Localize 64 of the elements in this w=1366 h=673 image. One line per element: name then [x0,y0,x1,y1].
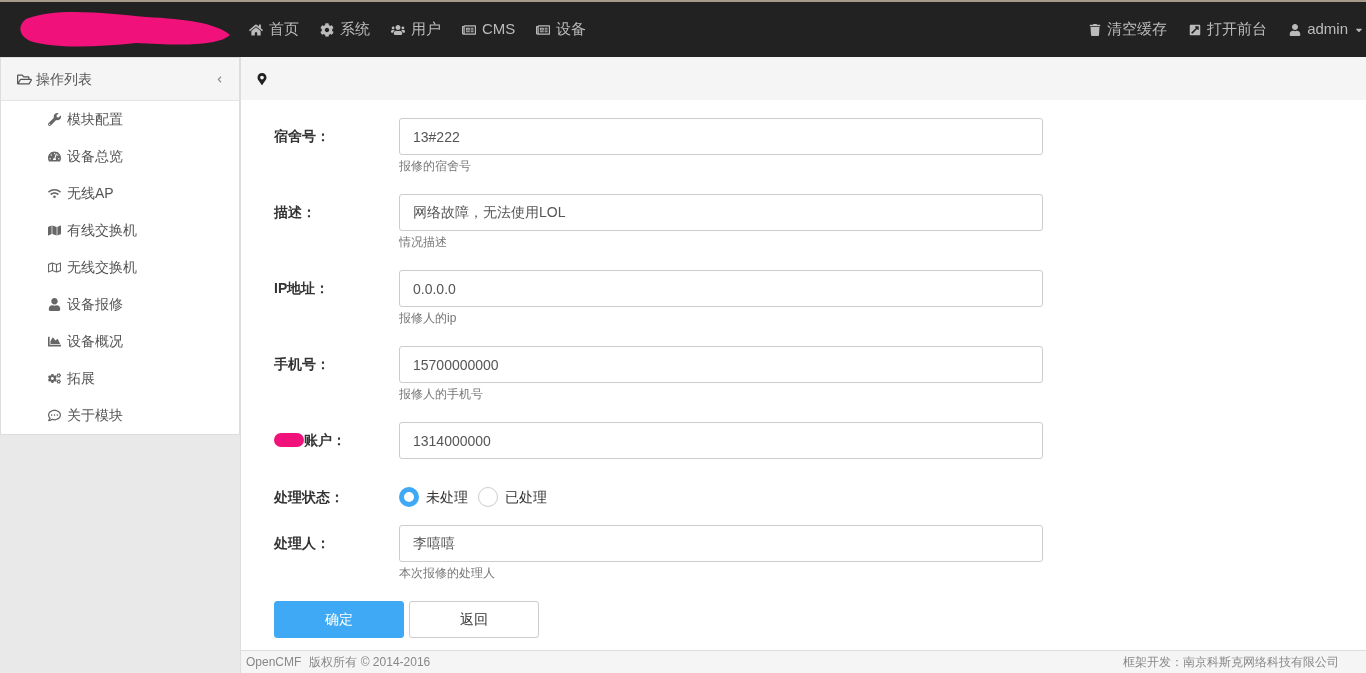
nav-link[interactable]: 首页 [240,18,308,41]
sidebar-item[interactable]: 无线交换机 [1,249,239,286]
radio-option[interactable]: 已处理 [478,486,547,508]
sidebar-item[interactable]: 无线AP [1,175,239,212]
sidebar-item[interactable]: 设备报修 [1,286,239,323]
nav-link[interactable]: 设备 [527,18,596,41]
help-text: 本次报修的处理人 [399,565,496,581]
newspaper-icon [536,22,551,37]
sidebar-item[interactable]: 模块配置 [1,101,239,138]
sidebar-title: 操作列表 [36,69,92,89]
collapse-icon[interactable] [216,75,223,83]
external-link-icon [1189,23,1202,36]
trash-icon [1089,23,1102,36]
text-field[interactable]: 1314000000 [399,422,1043,459]
gauge-icon [48,150,61,163]
field-label: 描述： [274,202,316,222]
user-icon [48,298,61,311]
field-label: 账户： [304,430,346,450]
sidebar-item[interactable]: 拓展 [1,360,239,397]
field-label: 手机号： [274,354,330,374]
sidebar-item[interactable]: 有线交换机 [1,212,239,249]
wifi-icon [48,187,61,200]
field-label: 处理人： [274,533,330,553]
nav-link[interactable]: CMS [453,18,525,41]
wrench-icon [48,113,61,126]
field-label: 处理状态： [274,487,344,507]
text-field[interactable]: 15700000000 [399,346,1043,383]
text-field[interactable]: 李嘻嘻 [399,525,1043,562]
field-label: IP地址： [274,278,330,298]
back-button[interactable]: 返回 [409,601,539,638]
users-icon [391,22,405,37]
settings-icon [320,22,334,37]
user-icon [1289,23,1302,36]
radio-button[interactable] [478,487,498,507]
field-label: 宿舍号： [274,126,330,146]
comment-icon [48,409,61,422]
sidebar-header[interactable]: 操作列表 [1,58,239,101]
gears-icon [48,372,61,385]
nav-link[interactable]: 用户 [382,18,450,41]
text-field[interactable]: 13#222 [399,118,1043,155]
sidebar-item[interactable]: 设备概况 [1,323,239,360]
credit-text: 框架开发：南京科斯克网络科技有限公司 [1123,654,1339,671]
map-icon [48,224,61,237]
text-field[interactable]: 网络故障，无法使用LOL [399,194,1043,231]
help-text: 报修人的ip [399,310,458,326]
location-icon [257,72,267,85]
help-text: 报修的宿舍号 [399,158,472,174]
help-text: 情况描述 [399,234,448,250]
newspaper-icon [462,22,476,37]
nav-link[interactable]: admin [1289,18,1364,41]
radio-option[interactable]: 未处理 [399,486,468,508]
area-chart-icon [48,335,61,348]
copyright-text: 版权所有 © 2014-2016 [309,654,431,671]
sidebar-item[interactable]: 设备总览 [1,138,239,175]
map-icon [48,261,61,274]
footer-brand: OpenCMF [246,654,302,671]
home-icon [249,22,263,37]
sidebar-item[interactable]: 关于模块 [1,397,239,434]
text-field[interactable]: 0.0.0.0 [399,270,1043,307]
nav-link[interactable]: 清空缓存 [1089,18,1168,41]
help-text: 报修人的手机号 [399,386,484,402]
nav-link[interactable]: 系统 [311,18,379,41]
nav-link[interactable]: 打开前台 [1189,18,1268,41]
radio-button[interactable] [399,487,419,507]
